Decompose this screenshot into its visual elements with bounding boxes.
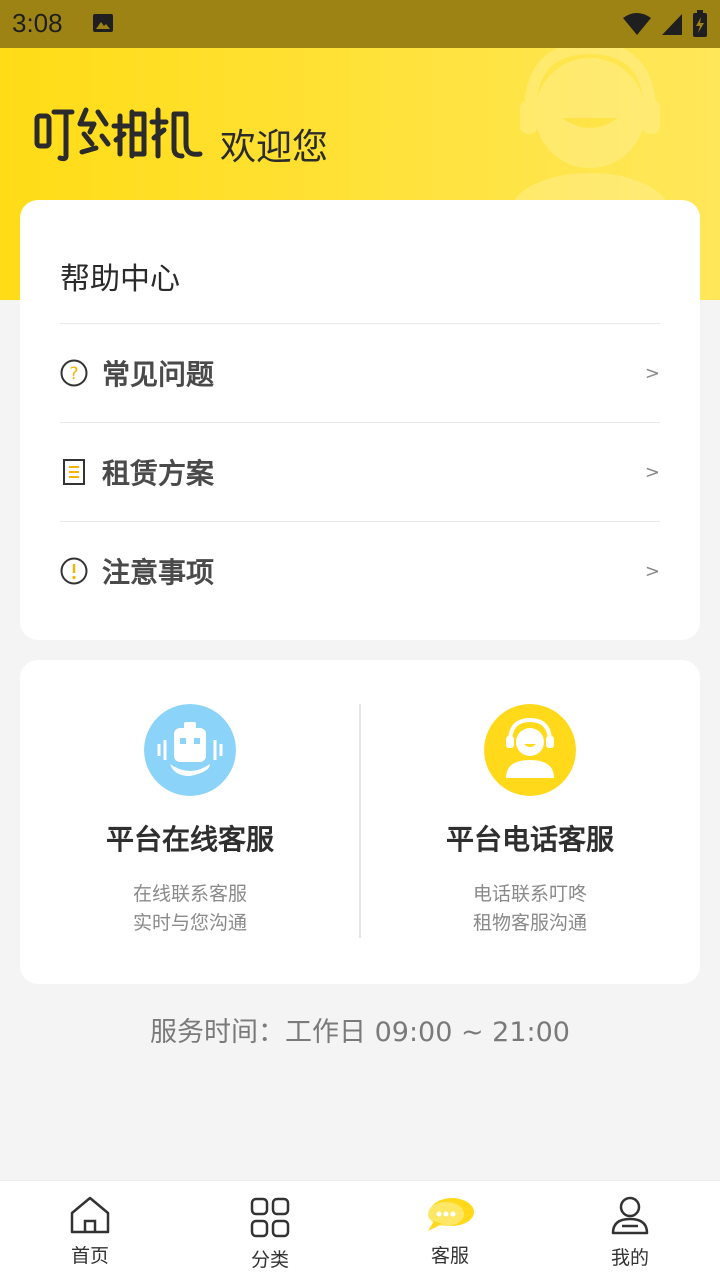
svg-text:?: ? — [69, 364, 78, 384]
welcome-text: 欢迎您 — [220, 127, 329, 168]
status-bar: 3:08 — [0, 0, 720, 48]
help-item-notes[interactable]: 注意事项 > — [60, 521, 660, 620]
help-center-title: 帮助中心 — [60, 262, 180, 297]
chevron-right-icon: > — [644, 461, 660, 483]
question-circle-icon: ? — [60, 359, 88, 387]
service-hours: 服务时间：工作日 09:00 ~ 21:00 — [150, 1017, 570, 1048]
customer-service-figure-icon — [510, 48, 670, 218]
online-service-desc: 在线联系客服 实时与您沟通 — [40, 880, 340, 938]
tab-label: 我的 — [610, 1247, 649, 1269]
chat-bubble-icon — [428, 1198, 474, 1231]
help-item-label: 租赁方案 — [102, 457, 215, 490]
tab-home[interactable]: 首页 — [0, 1181, 180, 1280]
help-list: ? 常见问题 > 租赁方案 > 注意事项 > — [60, 323, 660, 620]
help-item-label: 注意事项 — [102, 556, 215, 589]
chevron-right-icon: > — [644, 362, 660, 384]
tab-profile[interactable]: 我的 — [540, 1181, 720, 1280]
user-icon — [611, 1196, 649, 1235]
service-divider — [359, 704, 361, 938]
online-service-desc-line2: 实时与您沟通 — [132, 912, 247, 934]
tab-label: 分类 — [250, 1249, 289, 1271]
brand-logo — [34, 107, 203, 162]
chevron-right-icon: > — [644, 560, 660, 582]
tab-label: 客服 — [430, 1245, 469, 1267]
phone-service-title: 平台电话客服 — [445, 823, 614, 856]
bottom-tab-bar: 首页 分类 客服 我的 — [0, 1180, 720, 1280]
battery-icon — [693, 10, 707, 37]
wifi-icon — [623, 13, 651, 35]
help-item-label: 常见问题 — [102, 358, 215, 391]
document-list-icon — [60, 458, 88, 486]
phone-service-desc: 电话联系叮咚 租物客服沟通 — [380, 880, 680, 938]
customer-service-card: 平台在线客服 在线联系客服 实时与您沟通 平台电话客服 电话联系叮咚 租物客服沟… — [20, 660, 700, 984]
online-service-button[interactable]: 平台在线客服 在线联系客服 实时与您沟通 — [40, 704, 340, 938]
image-notification-icon — [93, 14, 113, 32]
status-icons — [622, 10, 708, 38]
online-service-desc-line1: 在线联系客服 — [132, 883, 247, 905]
help-center-card: 帮助中心 ? 常见问题 > 租赁方案 > 注意事项 > — [20, 200, 700, 640]
tab-customer-service[interactable]: 客服 — [360, 1181, 540, 1280]
exclamation-circle-icon — [60, 557, 88, 585]
status-time: 3:08 — [12, 8, 63, 38]
help-item-faq[interactable]: ? 常见问题 > — [60, 323, 660, 422]
online-service-title: 平台在线客服 — [105, 823, 274, 856]
tab-category[interactable]: 分类 — [180, 1181, 360, 1280]
phone-service-desc-line2: 租物客服沟通 — [472, 912, 587, 934]
help-item-rental-plans[interactable]: 租赁方案 > — [60, 422, 660, 521]
robot-icon — [144, 704, 236, 796]
phone-service-desc-line1: 电话联系叮咚 — [472, 883, 587, 905]
cell-signal-icon — [662, 14, 682, 35]
tab-label: 首页 — [70, 1245, 109, 1267]
grid-icon — [250, 1197, 290, 1238]
phone-service-button[interactable]: 平台电话客服 电话联系叮咚 租物客服沟通 — [380, 704, 680, 938]
headset-agent-icon — [484, 704, 576, 796]
home-icon — [70, 1196, 110, 1234]
